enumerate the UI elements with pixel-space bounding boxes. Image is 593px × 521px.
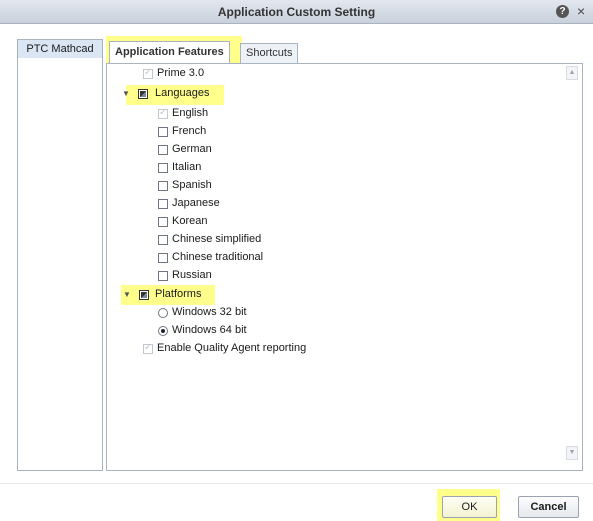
cancel-button[interactable]: Cancel (518, 496, 579, 518)
scroll-down-arrow-icon[interactable]: ▼ (566, 446, 578, 460)
title-bar[interactable]: Application Custom Setting ? × (0, 0, 593, 24)
languages-checkbox[interactable] (138, 89, 148, 99)
footer-divider (0, 483, 593, 484)
application-custom-setting-dialog: Application Custom Setting ? × PTC Mathc… (0, 0, 593, 521)
category-item-ptc-mathcad[interactable]: PTC Mathcad (18, 40, 102, 58)
spanish-checkbox[interactable] (158, 181, 168, 191)
german-checkbox[interactable] (158, 145, 168, 155)
windows-64-label: Windows 64 bit (172, 324, 247, 336)
korean-label: Korean (172, 215, 208, 227)
ok-button[interactable]: OK (442, 496, 497, 518)
chinese-traditional-checkbox[interactable] (158, 253, 168, 263)
languages-label: Languages (155, 87, 210, 99)
french-checkbox[interactable] (158, 127, 168, 137)
english-label: English (172, 107, 209, 119)
windows-32-radio[interactable] (158, 308, 168, 318)
chinese-traditional-label: Chinese traditional (172, 251, 264, 263)
quality-agent-checkbox[interactable] (143, 342, 153, 354)
platforms-checkbox[interactable] (139, 290, 149, 300)
chinese-simplified-label: Chinese simplified (172, 233, 262, 245)
korean-checkbox[interactable] (158, 217, 168, 227)
japanese-checkbox[interactable] (158, 199, 168, 209)
russian-label: Russian (172, 269, 212, 281)
tab-application-features[interactable]: Application Features (109, 41, 230, 63)
italian-checkbox[interactable] (158, 163, 168, 173)
japanese-label: Japanese (172, 197, 220, 209)
windows-32-label: Windows 32 bit (172, 306, 247, 318)
chinese-simplified-checkbox[interactable] (158, 235, 168, 245)
german-label: German (172, 143, 212, 155)
question-icon[interactable]: ? (556, 5, 569, 18)
dialog-title: Application Custom Setting (217, 5, 376, 19)
windows-64-radio[interactable] (158, 326, 168, 336)
features-tree: Prime 3.0 ▼ Languages English French Ger… (114, 66, 566, 466)
french-label: French (172, 125, 207, 137)
quality-agent-label: Enable Quality Agent reporting (157, 342, 307, 354)
italian-label: Italian (172, 161, 202, 173)
languages-expand-caret-icon[interactable]: ▼ (122, 89, 130, 99)
spanish-label: Spanish (172, 179, 212, 191)
tab-shortcuts[interactable]: Shortcuts (240, 43, 299, 63)
platforms-label: Platforms (155, 288, 202, 300)
prime-label: Prime 3.0 (157, 67, 205, 79)
category-list: PTC Mathcad (17, 39, 103, 471)
scroll-up-arrow-icon[interactable]: ▲ (566, 66, 578, 80)
close-icon[interactable]: × (577, 3, 585, 19)
prime-checkbox[interactable] (143, 67, 153, 79)
platforms-expand-caret-icon[interactable]: ▼ (123, 290, 131, 300)
russian-checkbox[interactable] (158, 271, 168, 281)
features-scrollbar[interactable]: ▲ ▼ (566, 66, 579, 466)
english-checkbox[interactable] (158, 107, 168, 119)
